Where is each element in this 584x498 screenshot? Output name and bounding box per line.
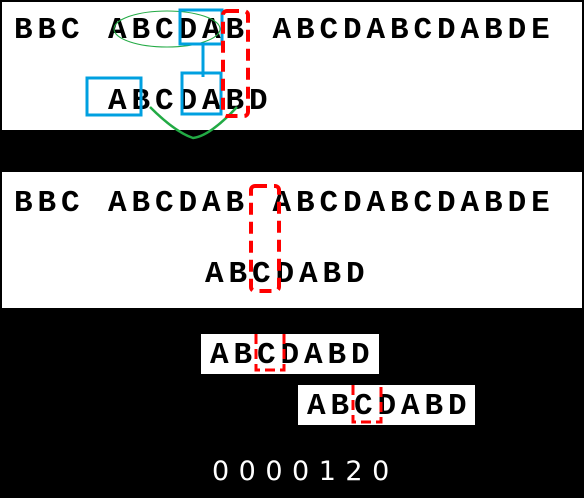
- pattern-ab-box: [180, 71, 223, 116]
- mismatch-marker-after: [351, 385, 383, 424]
- match-curve: [149, 106, 238, 140]
- prefix-ab-box: [85, 76, 143, 117]
- annotation-overlay: [85, 8, 383, 424]
- mismatch-box-step2: [249, 184, 281, 293]
- mismatch-marker-before: [254, 334, 286, 372]
- matched-prefix-ellipse: [113, 10, 221, 48]
- mismatch-box-step1: [221, 9, 250, 118]
- next-array-values: 0000120: [212, 456, 399, 487]
